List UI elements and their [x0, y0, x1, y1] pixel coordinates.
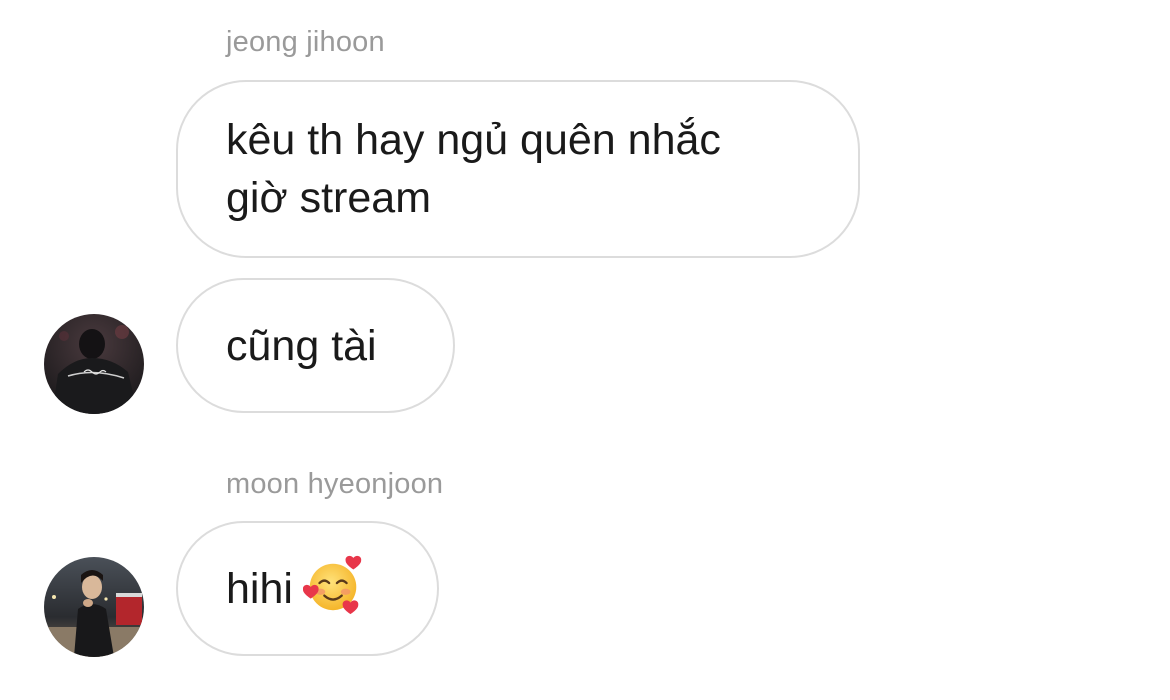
message-text: cũng tài [226, 321, 377, 370]
message-text: kêu th hay ngủ quên nhắc giờ stream [226, 116, 721, 222]
avatar-jeong-jihoon[interactable] [44, 314, 144, 414]
avatar-moon-hyeonjoon[interactable] [44, 557, 144, 657]
message-bubble[interactable]: hihi [176, 521, 439, 656]
avatar-image [44, 557, 144, 657]
avatar-image [44, 314, 144, 414]
sender-name-jeong-jihoon: jeong jihoon [226, 26, 385, 58]
message-bubble[interactable]: cũng tài [176, 278, 455, 413]
sender-name-moon-hyeonjoon: moon hyeonjoon [226, 468, 444, 500]
message-text: hihi [226, 564, 293, 613]
smiling-face-with-hearts-icon [302, 555, 362, 614]
message-bubble[interactable]: kêu th hay ngủ quên nhắc giờ stream [176, 80, 860, 258]
chat-thread: jeong jihoon kêu th hay ngủ quên nhắc gi… [0, 0, 1170, 700]
